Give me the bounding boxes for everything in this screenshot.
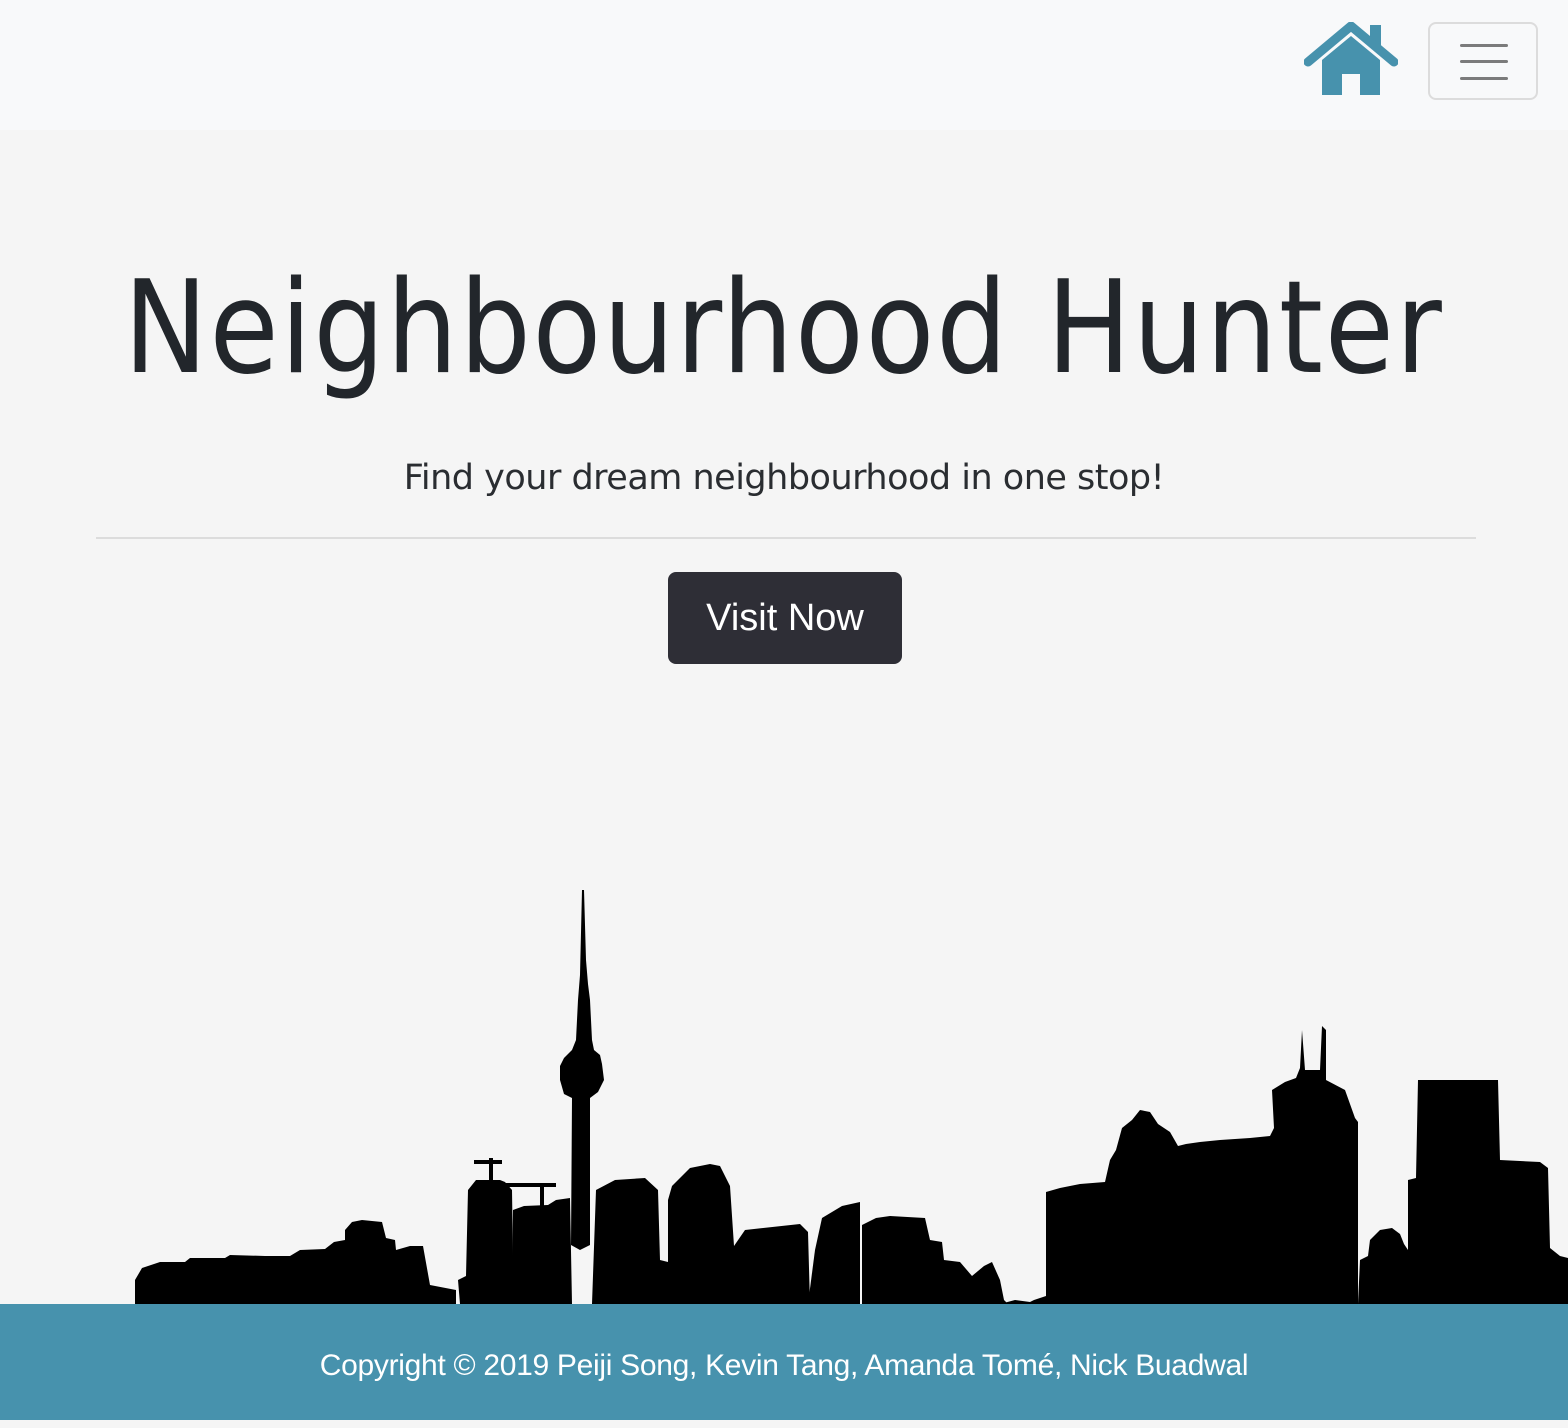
home-icon xyxy=(1304,22,1398,95)
page-title: Neighbourhood Hunter xyxy=(124,254,1444,403)
divider xyxy=(96,537,1476,539)
copyright-text: Copyright © 2019 Peiji Song, Kevin Tang,… xyxy=(319,1349,1249,1382)
navbar xyxy=(0,0,1568,130)
footer: Copyright © 2019 Peiji Song, Kevin Tang,… xyxy=(0,1304,1568,1420)
page-subtitle: Find your dream neighbourhood in one sto… xyxy=(403,458,1165,498)
home-link[interactable] xyxy=(1304,22,1398,98)
menu-toggle-button[interactable] xyxy=(1428,22,1538,100)
city-skyline-image xyxy=(135,890,1568,1304)
visit-now-button[interactable]: Visit Now xyxy=(668,572,902,664)
